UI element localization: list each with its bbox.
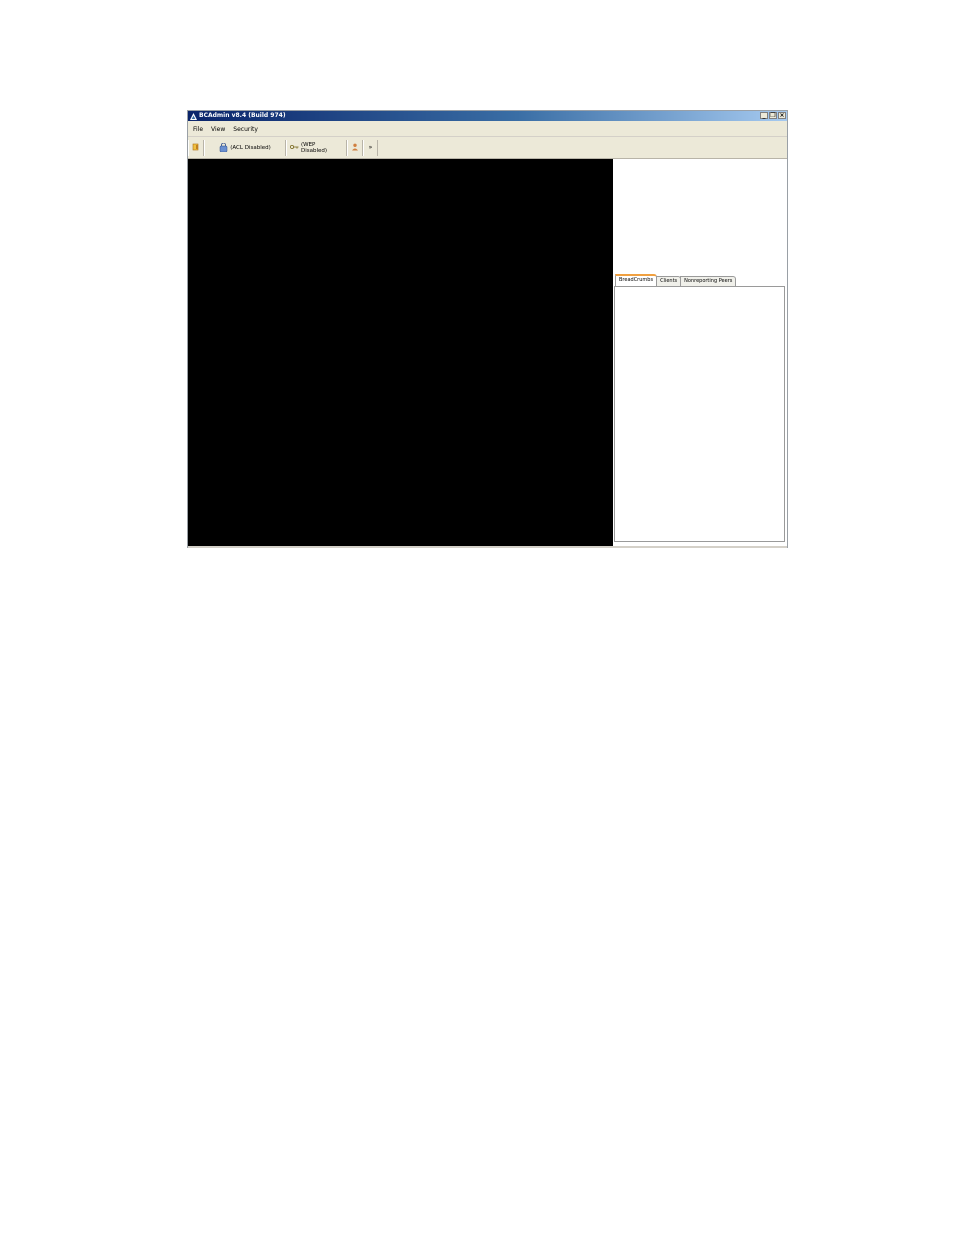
window-controls: _ ❐ × <box>760 112 786 119</box>
exit-icon <box>192 143 200 153</box>
more-button[interactable]: » <box>363 140 378 156</box>
tab-clients[interactable]: Clients <box>656 276 682 286</box>
lock-icon <box>219 142 228 154</box>
wep-label: (WEP Disabled) <box>301 142 328 154</box>
toolbar: (ACL Disabled) (WEP Disabled) » <box>188 138 787 159</box>
window-title: BCAdmin v8.4 (Build 974) <box>199 112 286 119</box>
acl-label: (ACL Disabled) <box>230 145 271 151</box>
users-button[interactable] <box>347 140 363 156</box>
menu-view[interactable]: View <box>211 126 225 133</box>
app-icon <box>189 112 197 120</box>
status-bar <box>188 546 787 548</box>
right-panel: BreadCrumbs Clients Nonreporting Peers <box>613 159 787 546</box>
tab-content-area[interactable] <box>614 286 785 542</box>
network-map-canvas[interactable] <box>188 159 613 546</box>
title-bar[interactable]: BCAdmin v8.4 (Build 974) _ ❐ × <box>188 111 787 121</box>
user-icon <box>351 143 359 153</box>
app-window: BCAdmin v8.4 (Build 974) _ ❐ × File View… <box>187 110 788 548</box>
tab-breadcrumbs[interactable]: BreadCrumbs <box>615 274 658 286</box>
menu-bar: File View Security <box>188 122 787 137</box>
menu-file[interactable]: File <box>193 126 203 133</box>
tab-strip: BreadCrumbs Clients Nonreporting Peers <box>615 274 737 286</box>
menu-security[interactable]: Security <box>233 126 258 133</box>
tab-nonreporting-peers[interactable]: Nonreporting Peers <box>680 276 737 286</box>
minimize-icon[interactable]: _ <box>760 112 768 119</box>
restore-icon[interactable]: ❐ <box>769 112 777 119</box>
wep-button[interactable]: (WEP Disabled) <box>286 140 347 156</box>
exit-button[interactable] <box>188 140 204 156</box>
close-icon[interactable]: × <box>778 112 786 119</box>
key-icon <box>289 144 299 152</box>
chevron-right-icon: » <box>368 144 373 151</box>
acl-button[interactable]: (ACL Disabled) <box>204 140 286 156</box>
